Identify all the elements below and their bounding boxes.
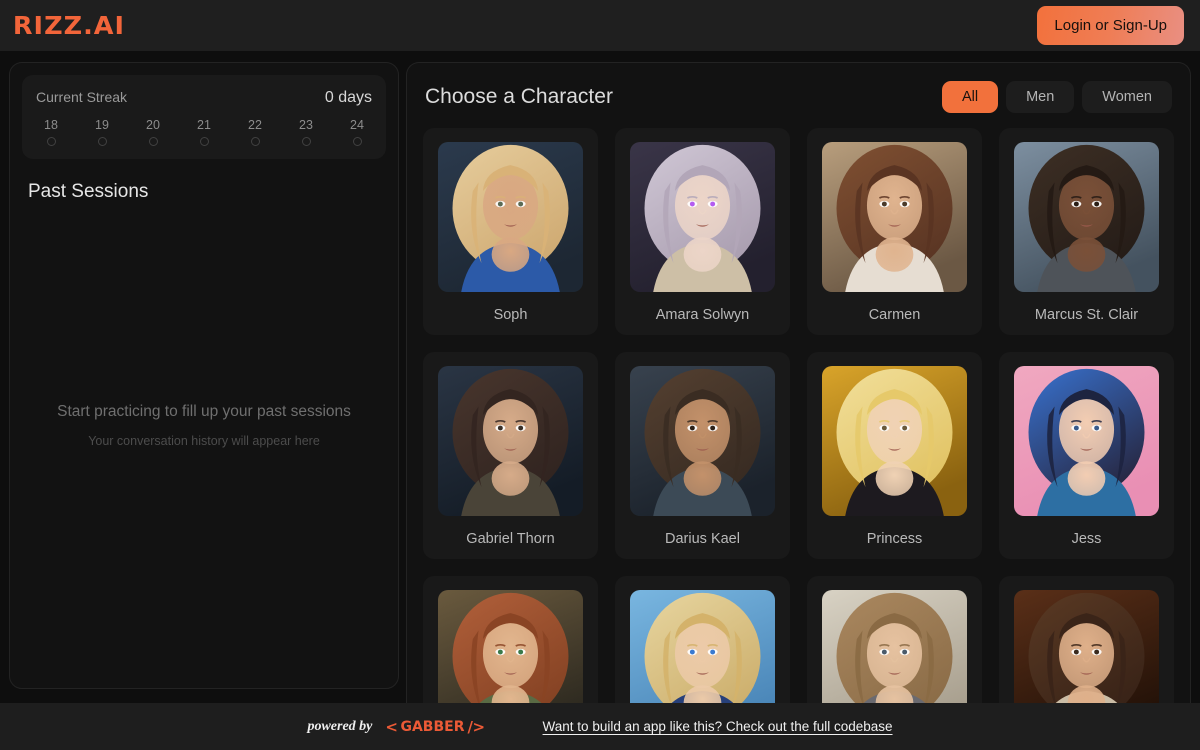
character-card[interactable]	[615, 576, 790, 703]
character-name: Marcus St. Clair	[1034, 307, 1139, 323]
character-card[interactable]	[423, 576, 598, 703]
streak-day-indicator-icon	[97, 137, 107, 146]
character-card[interactable]: Amara Solwyn	[615, 128, 790, 335]
character-avatar	[1014, 590, 1159, 703]
character-avatar	[630, 366, 775, 516]
character-avatar	[822, 142, 967, 292]
filter-tab-men[interactable]: Men	[1006, 81, 1075, 113]
streak-day-number: 24	[350, 118, 364, 132]
streak-day-number: 19	[95, 118, 109, 132]
character-card[interactable]: Carmen	[807, 128, 982, 335]
brand-logo[interactable]: RIZZ.AI	[13, 11, 125, 40]
streak-day-indicator-icon	[148, 137, 158, 146]
empty-state-primary-text: Start practicing to fill up your past se…	[57, 403, 351, 420]
streak-day: 20	[140, 118, 166, 146]
streak-day: 21	[191, 118, 217, 146]
body-wrapper: Current Streak 0 days 18 19 20 21 22 23 24 Pas…	[0, 51, 1200, 703]
app-root: RIZZ.AI Login or Sign-Up Current Streak …	[0, 0, 1200, 750]
streak-day-row: 18 19 20 21 22 23 24	[36, 118, 372, 146]
codebase-link[interactable]: Want to build an app like this? Check ou…	[543, 719, 893, 734]
past-sessions-title: Past Sessions	[28, 181, 149, 202]
top-header: RIZZ.AI Login or Sign-Up	[0, 0, 1200, 51]
character-card[interactable]	[807, 576, 982, 703]
character-grid: Soph Amara Solwyn Carmen Marcus St. Clai…	[423, 128, 1174, 703]
page-title: Choose a Character	[425, 85, 613, 108]
powered-by-label: powered by	[307, 718, 373, 734]
character-card[interactable]: Gabriel Thorn	[423, 352, 598, 559]
streak-day: 23	[293, 118, 319, 146]
character-avatar	[630, 590, 775, 703]
character-card[interactable]: Marcus St. Clair	[999, 128, 1174, 335]
character-panel: Choose a Character All Men Women Soph Am…	[406, 62, 1191, 703]
streak-day-indicator-icon	[352, 137, 362, 146]
character-name: Gabriel Thorn	[466, 531, 555, 547]
streak-day: 22	[242, 118, 268, 146]
current-streak-card: Current Streak 0 days 18 19 20 21 22 23 24	[22, 75, 386, 159]
footer-bar: powered by < GABBER /> Want to build an …	[0, 703, 1200, 750]
streak-value: 0 days	[324, 89, 372, 106]
streak-day-number: 23	[299, 118, 313, 132]
character-avatar	[822, 366, 967, 516]
character-card[interactable]: Jess	[999, 352, 1174, 559]
character-panel-header: Choose a Character All Men Women	[423, 81, 1174, 113]
character-card[interactable]	[999, 576, 1174, 703]
streak-day: 19	[89, 118, 115, 146]
character-name: Carmen	[868, 307, 921, 323]
character-name: Princess	[866, 531, 923, 547]
character-card[interactable]: Princess	[807, 352, 982, 559]
character-name: Darius Kael	[665, 531, 740, 547]
character-card[interactable]: Soph	[423, 128, 598, 335]
gabber-logo[interactable]: < GABBER />	[385, 717, 486, 736]
brand-logo-text: RIZZ.AI	[12, 11, 126, 40]
streak-day-indicator-icon	[301, 137, 311, 146]
filter-tab-all[interactable]: All	[941, 81, 999, 113]
streak-day-number: 22	[248, 118, 262, 132]
sidebar-panel: Current Streak 0 days 18 19 20 21 22 23 24 Pas…	[9, 62, 399, 689]
gabber-logo-word: GABBER	[400, 718, 465, 735]
gabber-logo-open: <	[385, 717, 398, 736]
filter-tab-women[interactable]: Women	[1082, 81, 1172, 113]
character-avatar	[1014, 142, 1159, 292]
login-signup-button[interactable]: Login or Sign-Up	[1037, 6, 1184, 45]
streak-day: 24	[344, 118, 370, 146]
streak-day-indicator-icon	[250, 137, 260, 146]
character-name: Amara Solwyn	[655, 307, 750, 323]
streak-day-indicator-icon	[199, 137, 209, 146]
streak-day-number: 18	[44, 118, 58, 132]
character-avatar	[438, 366, 583, 516]
streak-day-number: 21	[197, 118, 211, 132]
character-name: Soph	[493, 307, 528, 323]
streak-day: 18	[38, 118, 64, 146]
character-avatar	[822, 590, 967, 703]
streak-day-indicator-icon	[46, 137, 56, 146]
streak-day-number: 20	[146, 118, 160, 132]
character-avatar	[630, 142, 775, 292]
gabber-logo-close: />	[467, 717, 486, 736]
gender-filter-group: All Men Women	[941, 81, 1172, 113]
character-name: Jess	[1071, 531, 1102, 547]
empty-state-secondary-text: Your conversation history will appear he…	[88, 434, 320, 448]
character-avatar	[438, 590, 583, 703]
character-avatar	[438, 142, 583, 292]
past-sessions-empty-state: Start practicing to fill up your past se…	[22, 203, 386, 676]
character-avatar	[1014, 366, 1159, 516]
character-card[interactable]: Darius Kael	[615, 352, 790, 559]
streak-header: Current Streak 0 days	[36, 89, 372, 107]
streak-label: Current Streak	[36, 89, 128, 105]
